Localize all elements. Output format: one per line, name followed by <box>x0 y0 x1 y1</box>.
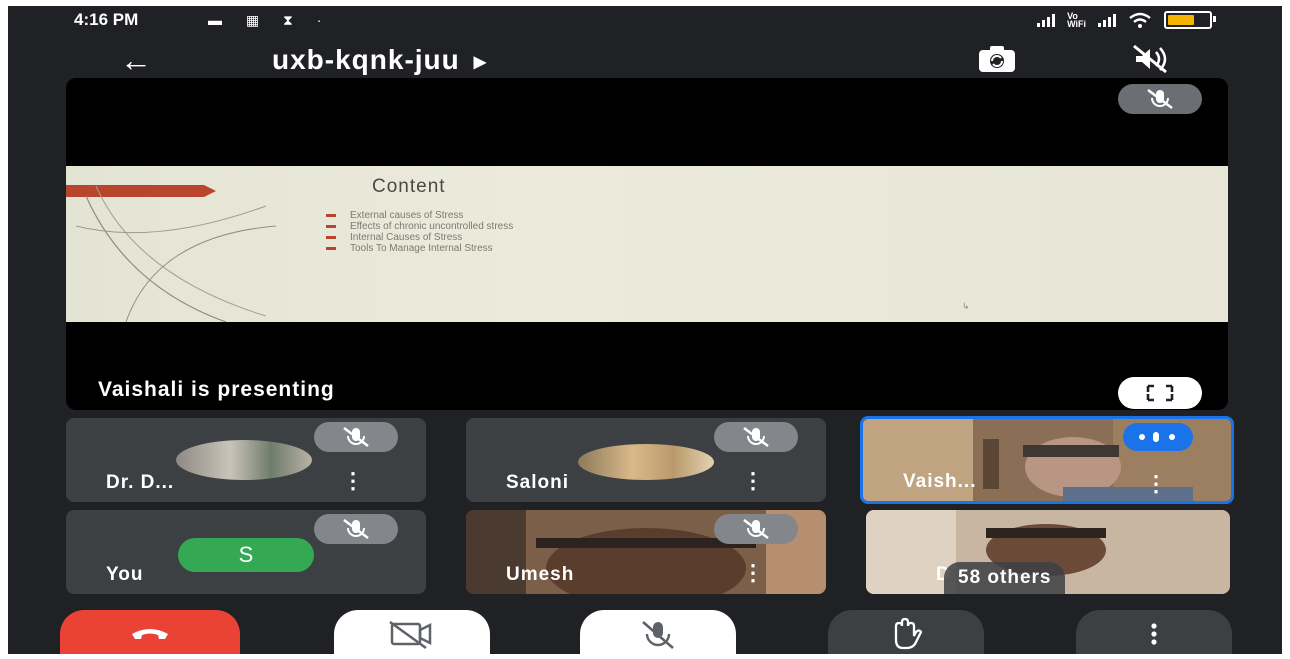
vowifi-label: Vo WiFi <box>1067 11 1086 29</box>
shared-slide: Content External causes of Stress Effect… <box>66 166 1228 322</box>
mic-off-icon <box>343 519 369 539</box>
meeting-info-arrow-icon: ▶ <box>473 53 488 71</box>
more-vert-icon[interactable]: ⋮ <box>742 560 764 586</box>
participant-tile-self[interactable]: S You <box>66 510 426 594</box>
fullscreen-icon <box>1146 384 1174 402</box>
switch-camera-icon[interactable] <box>973 42 1021 76</box>
participant-name: Dr. D... <box>106 472 175 493</box>
more-vert-icon <box>1151 623 1157 645</box>
avatar <box>176 440 312 480</box>
slide-bullet: External causes of Stress <box>320 210 513 221</box>
slide-title: Content <box>372 176 446 197</box>
meeting-title[interactable]: uxb-kqnk-juu ▶ <box>272 44 487 76</box>
avatar <box>578 444 714 480</box>
end-call-icon <box>132 629 168 639</box>
participant-tile-active[interactable]: Vaish... ⋮ <box>860 416 1234 504</box>
mic-off-icon <box>1147 89 1173 109</box>
participant-name: Umesh <box>506 564 575 585</box>
end-call-button[interactable] <box>60 610 240 654</box>
slide-bullet: Internal Causes of Stress <box>320 232 513 243</box>
mute-badge <box>714 422 798 452</box>
notification-icons: ▬ ▦ ⧗ · <box>208 12 332 28</box>
signal-icon-2 <box>1098 13 1116 27</box>
raise-hand-button[interactable] <box>828 610 984 654</box>
signal-icon <box>1037 13 1056 27</box>
mic-off-icon <box>743 427 769 447</box>
avatar-initial: S <box>178 538 314 572</box>
mic-off-icon <box>642 621 674 649</box>
mute-badge <box>714 514 798 544</box>
presenter-label: Vaishali is presenting <box>98 378 335 401</box>
mute-badge <box>314 422 398 452</box>
camera-off-icon <box>389 620 432 650</box>
microphone-toggle-button[interactable] <box>580 610 736 654</box>
participant-tile-others[interactable]: D 58 others <box>866 510 1230 594</box>
audio-off-icon[interactable] <box>1126 42 1174 76</box>
speaking-indicator <box>1123 423 1193 451</box>
back-arrow-icon[interactable]: ← <box>120 42 152 79</box>
status-icons: Vo WiFi <box>1037 11 1216 29</box>
camera-toggle-button[interactable] <box>334 610 490 654</box>
participant-name: Vaish... <box>903 471 977 492</box>
participant-name: You <box>106 564 144 585</box>
more-options-button[interactable] <box>1076 610 1232 654</box>
fullscreen-button[interactable] <box>1118 377 1202 409</box>
more-vert-icon[interactable]: ⋮ <box>342 468 364 494</box>
slide-decoration <box>75 185 277 322</box>
others-count[interactable]: 58 others <box>944 562 1066 594</box>
slide-cursor-mark: ↳ <box>962 301 970 311</box>
slide-bullet: Effects of chronic uncontrolled stress <box>320 221 513 232</box>
meeting-code: uxb-kqnk-juu <box>272 44 460 75</box>
status-bar: 4:16 PM ▬ ▦ ⧗ · Vo WiFi <box>8 6 1282 34</box>
participant-tile[interactable]: Saloni ⋮ <box>466 418 826 502</box>
slide-bullet-list: External causes of Stress Effects of chr… <box>320 210 513 254</box>
participant-name: Saloni <box>506 472 570 493</box>
more-vert-icon[interactable]: ⋮ <box>742 468 764 494</box>
status-time: 4:16 PM <box>74 10 139 29</box>
mute-badge <box>314 514 398 544</box>
battery-icon <box>1164 11 1216 29</box>
slide-bullet: Tools To Manage Internal Stress <box>320 243 513 254</box>
participant-tile[interactable]: Umesh ⋮ <box>466 510 826 594</box>
participant-tile[interactable]: Dr. D... ⋮ <box>66 418 426 502</box>
mic-off-icon <box>343 427 369 447</box>
presentation-mute-badge <box>1118 84 1202 114</box>
top-app-bar: ← uxb-kqnk-juu ▶ <box>8 34 1282 84</box>
mic-off-icon <box>743 519 769 539</box>
more-vert-icon[interactable]: ⋮ <box>1145 471 1167 497</box>
wifi-icon <box>1129 12 1151 28</box>
raise-hand-icon <box>894 617 923 650</box>
presentation-view[interactable]: Content External causes of Stress Effect… <box>66 78 1228 410</box>
meet-screen: 4:16 PM ▬ ▦ ⧗ · Vo WiFi ← uxb-kqnk-juu ▶ <box>8 6 1282 654</box>
